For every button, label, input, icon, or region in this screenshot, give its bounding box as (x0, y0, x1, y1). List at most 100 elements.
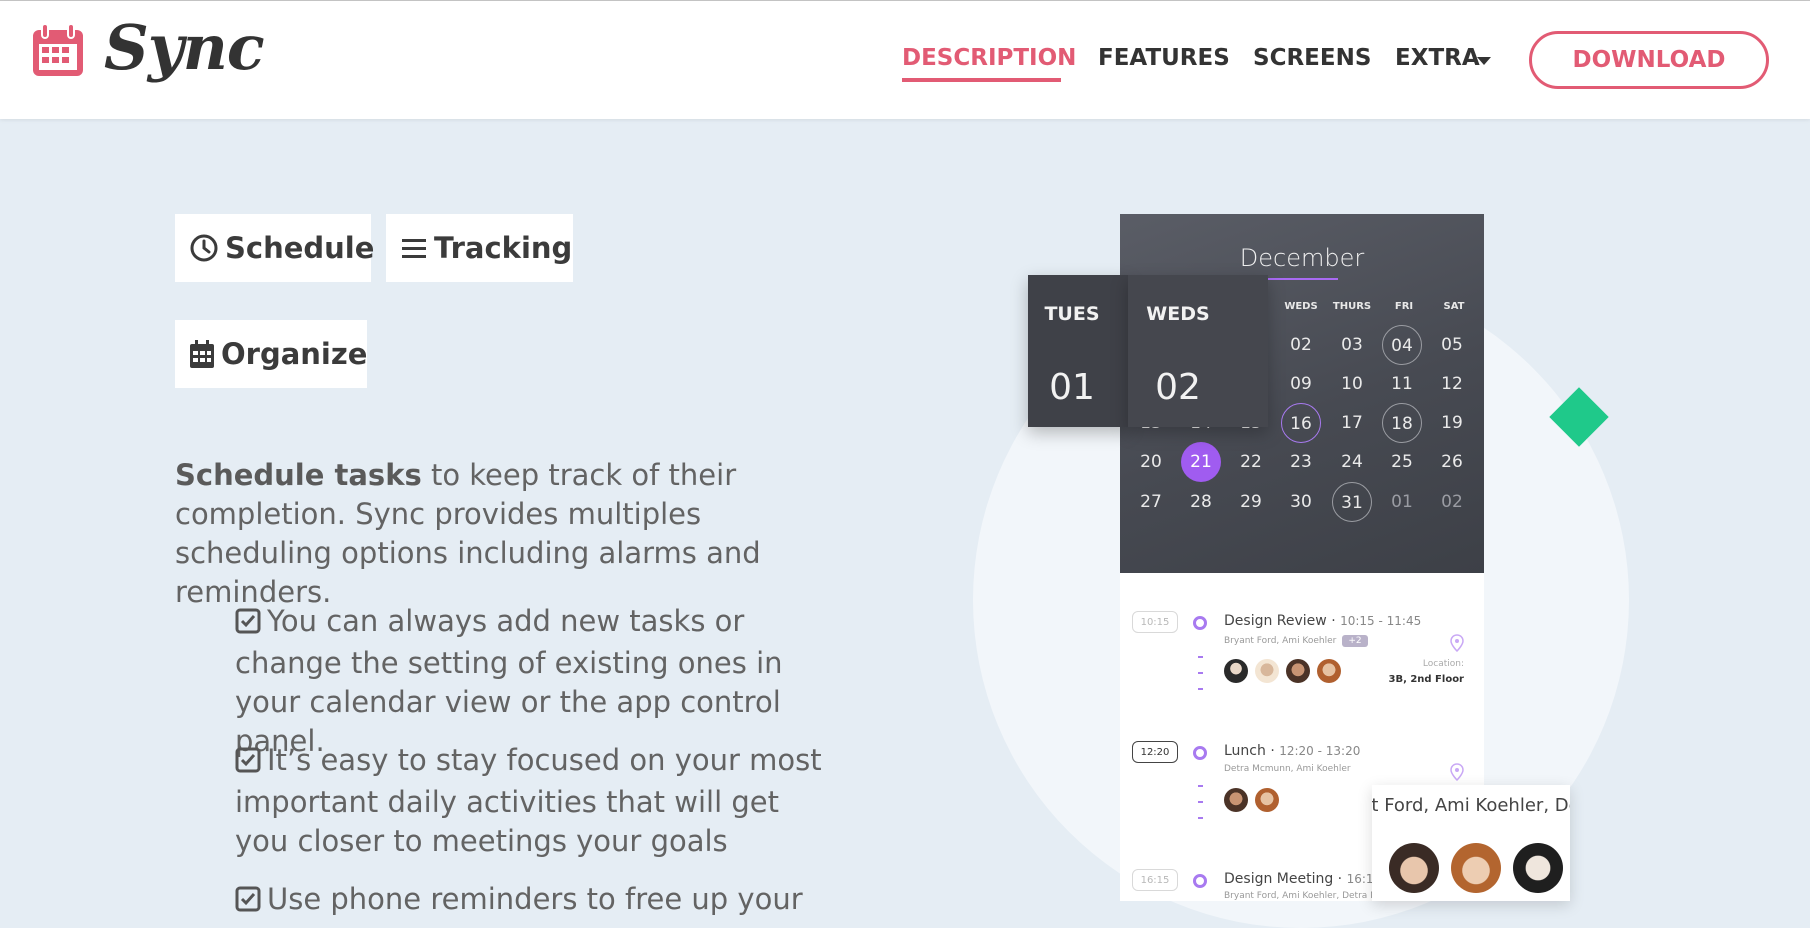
tab-label: Organize (221, 337, 368, 371)
avatar[interactable] (1451, 843, 1501, 893)
location-value: 3B, 2nd Floor (1388, 674, 1464, 685)
list-icon (400, 234, 428, 262)
month-title: December (1239, 244, 1365, 272)
calendar-day[interactable]: 10 (1332, 364, 1372, 404)
nav-extra[interactable]: EXTRA (1395, 45, 1480, 71)
event-people: Bryant Ford, Ami Koehler (1224, 636, 1337, 646)
weekday-label: FRI (1394, 301, 1414, 312)
caret-down-icon[interactable] (1477, 57, 1491, 65)
avatar[interactable] (1513, 843, 1563, 893)
calendar-day-selected[interactable]: 21 (1181, 442, 1221, 482)
bullet-item: You can always add new tasks or change t… (235, 602, 835, 761)
calendar-day[interactable]: 26 (1432, 442, 1472, 482)
day-card-label: WEDS (1146, 303, 1210, 325)
calendar-day[interactable]: 04 (1382, 325, 1422, 365)
tab-schedule[interactable]: Schedule (175, 214, 375, 282)
bullet-item: It’s easy to stay focused on your most i… (235, 741, 835, 861)
calendar-day[interactable]: 20 (1131, 442, 1171, 482)
calendar-day[interactable]: 05 (1432, 325, 1472, 365)
event-title: Design Review (1224, 613, 1327, 629)
avatar[interactable] (1224, 788, 1248, 812)
calendar-day[interactable]: 22 (1231, 442, 1271, 482)
popup-attendees-text: nt Ford, Ami Koehler, Det (1372, 795, 1570, 816)
attendees-popup: nt Ford, Ami Koehler, Det (1372, 785, 1570, 901)
calendar-day[interactable]: 09 (1281, 364, 1321, 404)
calendar-day[interactable]: 24 (1332, 442, 1372, 482)
avatar[interactable] (1255, 659, 1279, 683)
timeline-dash (1198, 688, 1203, 690)
avatar[interactable] (1286, 659, 1310, 683)
bullet-item: Use phone reminders to free up your (235, 880, 835, 922)
tab-organize[interactable]: Organize (175, 320, 367, 388)
event-dot (1193, 874, 1207, 888)
event-time-range: 10:15 - 11:45 (1340, 614, 1422, 628)
event-time-pill: 16:15 (1132, 869, 1178, 891)
timeline-dash (1198, 817, 1203, 819)
calendar-day[interactable]: 25 (1382, 442, 1422, 482)
day-card-weds[interactable]: WEDS 02 (1128, 275, 1268, 427)
calendar-day[interactable]: 02 (1281, 325, 1321, 365)
navbar: Sync DESCRIPTION FEATURES SCREENS EXTRA … (0, 1, 1810, 119)
intro-bold: Schedule tasks (175, 458, 422, 492)
brand-logo-text[interactable]: Sync (104, 11, 265, 84)
location-label: Location: (1422, 659, 1464, 669)
timeline-dash (1198, 785, 1203, 787)
calendar-day[interactable]: 18 (1382, 403, 1422, 443)
avatar[interactable] (1224, 659, 1248, 683)
tab-tracking[interactable]: Tracking (386, 214, 573, 282)
day-card-number: 02 (1155, 367, 1201, 408)
event-people: Detra Mcmunn, Ami Koehler (1224, 764, 1351, 774)
location-pin-icon (1450, 634, 1464, 656)
tab-label: Schedule (225, 231, 375, 265)
bullet-text: Use phone reminders to free up your (267, 882, 803, 916)
calendar-day[interactable]: 16 (1281, 403, 1321, 443)
calendar-day[interactable]: 31 (1332, 482, 1372, 522)
calendar-day[interactable]: 27 (1131, 482, 1171, 522)
timeline-dash (1198, 656, 1203, 658)
event-title-row[interactable]: Design Meeting · 16:15 - (1224, 871, 1389, 887)
day-card-number: 01 (1049, 367, 1095, 408)
description-intro: Schedule tasks to keep track of their co… (175, 456, 835, 612)
avatar[interactable] (1389, 843, 1439, 893)
event-time-pill: 12:20 (1132, 741, 1178, 763)
nav-description[interactable]: DESCRIPTION (902, 45, 1076, 71)
timeline-dash (1198, 672, 1203, 674)
calendar-day[interactable]: 03 (1332, 325, 1372, 365)
weekday-label: WEDS (1284, 301, 1318, 312)
calendar-day-next-month[interactable]: 02 (1432, 482, 1472, 522)
calendar-day[interactable]: 28 (1181, 482, 1221, 522)
day-card-label: TUES (1044, 303, 1100, 325)
avatar[interactable] (1317, 659, 1341, 683)
clock-icon (189, 233, 219, 263)
checkbox-icon (235, 883, 261, 922)
timeline-dash (1198, 801, 1203, 803)
nav-screens[interactable]: SCREENS (1253, 45, 1371, 71)
event-time-pill: 10:15 (1132, 611, 1178, 633)
location-pin-icon (1450, 763, 1464, 785)
calendar-day[interactable]: 19 (1432, 403, 1472, 443)
bullet-text: You can always add new tasks or change t… (235, 604, 783, 758)
nav-features[interactable]: FEATURES (1098, 45, 1230, 71)
event-dot (1193, 616, 1207, 630)
download-button[interactable]: DOWNLOAD (1529, 31, 1769, 89)
calendar-day[interactable]: 29 (1231, 482, 1271, 522)
event-time-range: 12:20 - 13:20 (1279, 744, 1361, 758)
tab-label: Tracking (434, 231, 573, 265)
calendar-icon (189, 339, 215, 369)
month-underline (1268, 278, 1338, 280)
calendar-day[interactable]: 30 (1281, 482, 1321, 522)
calendar-logo-icon[interactable] (31, 22, 85, 82)
event-title: Lunch (1224, 743, 1266, 759)
calendar-day[interactable]: 17 (1332, 403, 1372, 443)
extra-attendees-badge[interactable]: +2 (1342, 635, 1368, 647)
event-people-row: Bryant Ford, Ami Koehler +2 (1224, 635, 1368, 647)
avatar[interactable] (1255, 788, 1279, 812)
calendar-day-next-month[interactable]: 01 (1382, 482, 1422, 522)
event-title-row[interactable]: Design Review · 10:15 - 11:45 (1224, 613, 1421, 629)
event-title: Design Meeting (1224, 871, 1334, 887)
calendar-day[interactable]: 23 (1281, 442, 1321, 482)
calendar-day[interactable]: 12 (1432, 364, 1472, 404)
calendar-day[interactable]: 11 (1382, 364, 1422, 404)
checkbox-icon (235, 744, 261, 783)
event-title-row[interactable]: Lunch · 12:20 - 13:20 (1224, 743, 1360, 759)
